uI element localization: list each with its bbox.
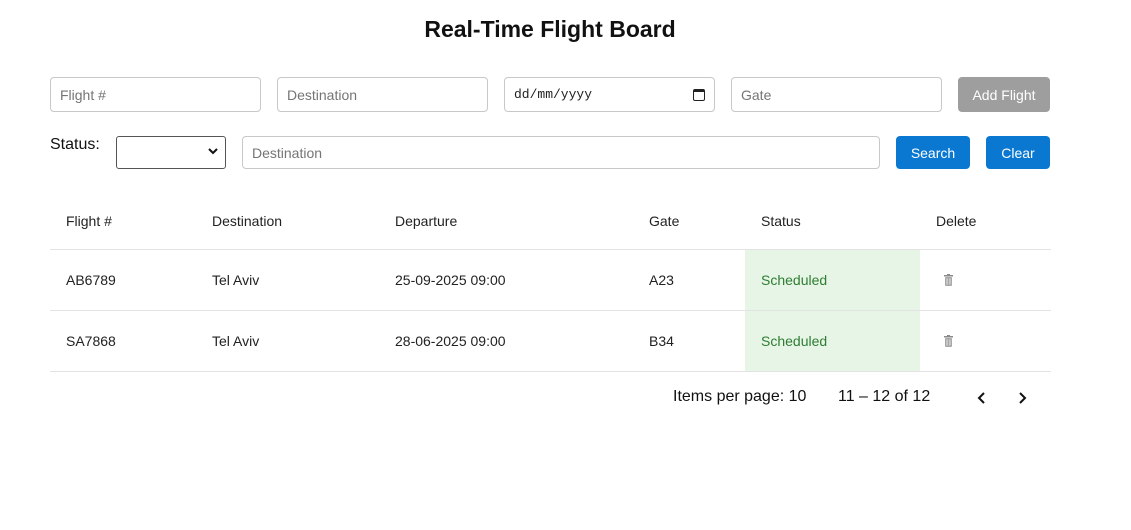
- flight-cell: AB6789: [66, 272, 116, 288]
- status-label: Status:: [50, 136, 100, 153]
- flight-cell: SA7868: [66, 333, 116, 349]
- departure-cell: 28-06-2025 09:00: [395, 333, 506, 349]
- header-status: Status: [761, 212, 801, 229]
- table-row: SA7868 Tel Aviv 28-06-2025 09:00 B34 Sch…: [50, 311, 1051, 372]
- destination-cell: Tel Aviv: [212, 272, 260, 288]
- table-row: AB6789 Tel Aviv 25-09-2025 09:00 A23 Sch…: [50, 250, 1051, 311]
- pagination-range: 11 – 12 of 12: [838, 388, 931, 405]
- calendar-icon[interactable]: [693, 88, 705, 101]
- header-flight: Flight #: [66, 212, 112, 229]
- trash-icon[interactable]: [944, 274, 953, 286]
- header-departure: Departure: [395, 212, 458, 229]
- gate-cell: B34: [649, 333, 674, 349]
- destination-cell: Tel Aviv: [212, 333, 260, 349]
- status-cell: Scheduled: [745, 311, 920, 371]
- delete-cell: [920, 311, 1051, 371]
- add-flight-button[interactable]: Add Flight: [958, 77, 1050, 112]
- destination-placeholder: Destination: [287, 86, 358, 103]
- gate-input[interactable]: Gate: [731, 77, 942, 112]
- chevron-right-icon[interactable]: [1014, 390, 1030, 406]
- destination-input[interactable]: Destination: [277, 77, 488, 112]
- flight-number-input[interactable]: Flight #: [50, 77, 261, 112]
- gate-placeholder: Gate: [741, 86, 772, 103]
- flights-table: Flight # Destination Departure Gate Stat…: [50, 192, 1051, 372]
- header-gate: Gate: [649, 212, 680, 229]
- table-header-row: Flight # Destination Departure Gate Stat…: [50, 192, 1051, 250]
- page-title: Real-Time Flight Board: [424, 16, 676, 42]
- items-per-page[interactable]: Items per page: 10: [673, 388, 806, 406]
- flight-number-placeholder: Flight #: [60, 86, 106, 103]
- header-delete: Delete: [936, 212, 977, 229]
- trash-icon[interactable]: [944, 335, 953, 347]
- destination-search-placeholder: Destination: [252, 144, 323, 161]
- gate-cell: A23: [649, 272, 674, 288]
- departure-cell: 25-09-2025 09:00: [395, 272, 506, 288]
- departure-date-input[interactable]: dd/mm/yyyy: [504, 77, 715, 112]
- chevron-left-icon[interactable]: [974, 390, 990, 406]
- date-placeholder: dd/mm/yyyy: [514, 87, 593, 102]
- status-select[interactable]: [116, 136, 226, 169]
- clear-button[interactable]: Clear: [986, 136, 1050, 169]
- destination-search-input[interactable]: Destination: [242, 136, 880, 169]
- search-button[interactable]: Search: [896, 136, 970, 169]
- status-cell: Scheduled: [745, 250, 920, 310]
- header-destination: Destination: [212, 212, 283, 229]
- delete-cell: [920, 250, 1051, 310]
- chevron-down-icon: [208, 148, 218, 155]
